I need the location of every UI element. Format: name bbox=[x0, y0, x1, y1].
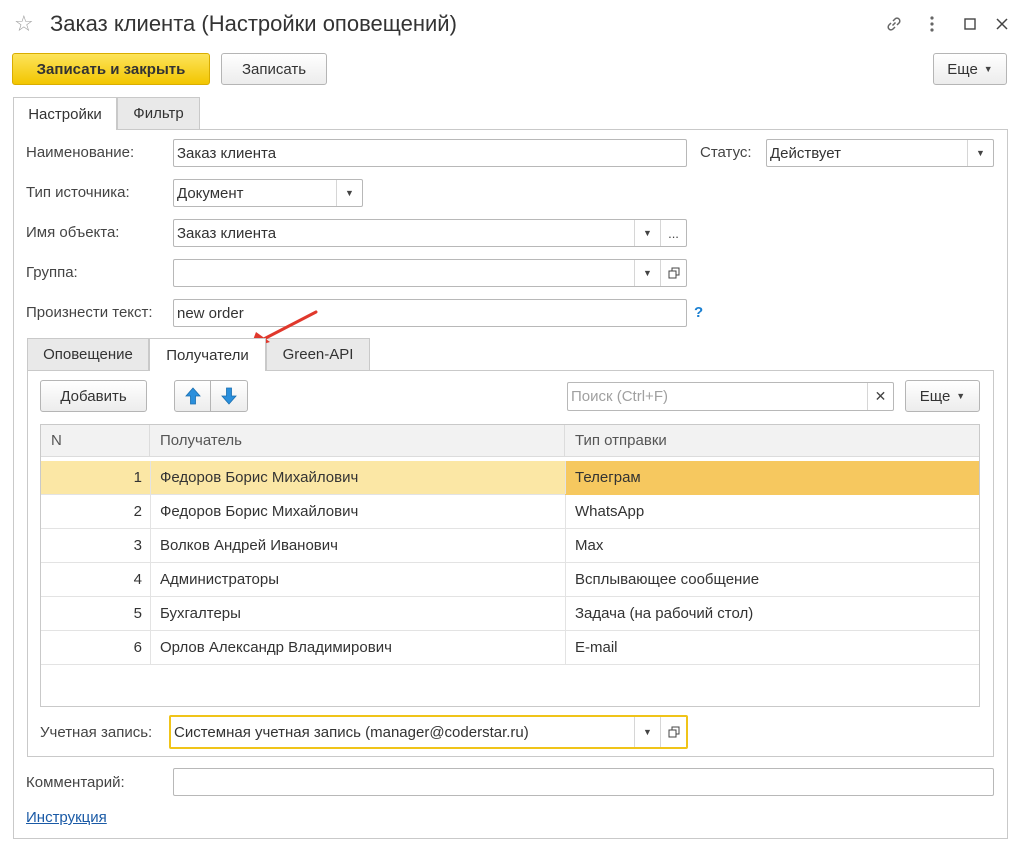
save-and-close-button[interactable]: Записать и закрыть bbox=[12, 53, 210, 85]
instruction-link[interactable]: Инструкция bbox=[26, 809, 107, 826]
table-more-label: Еще bbox=[919, 387, 951, 405]
source-type-label: Тип источника: bbox=[26, 184, 130, 201]
tab-filter[interactable]: Фильтр bbox=[117, 97, 200, 129]
status-label: Статус: bbox=[700, 144, 752, 161]
table-row[interactable]: 1 Федоров Борис Михайлович Телеграм bbox=[41, 461, 979, 495]
help-icon[interactable]: ? bbox=[694, 304, 703, 321]
move-down-button[interactable] bbox=[210, 380, 248, 412]
chevron-down-icon[interactable]: ▼ bbox=[634, 717, 660, 747]
arrow-up-icon bbox=[184, 387, 201, 405]
search-input[interactable]: Поиск (Ctrl+F) ✕ bbox=[567, 382, 894, 411]
column-header-n[interactable]: N bbox=[41, 425, 150, 457]
row-number: 5 bbox=[133, 605, 142, 622]
save-button[interactable]: Записать bbox=[221, 53, 327, 85]
row-number: 1 bbox=[133, 469, 142, 486]
window-title: Заказ клиента (Настройки оповещений) bbox=[50, 11, 457, 36]
table-more-button[interactable]: Еще ▼ bbox=[905, 380, 980, 412]
maximize-icon[interactable] bbox=[956, 10, 984, 38]
table-row[interactable]: 6 Орлов Александр Владимирович E-mail bbox=[41, 631, 979, 665]
table-row[interactable]: 2 Федоров Борис Михайлович WhatsApp bbox=[41, 495, 979, 529]
account-label: Учетная запись: bbox=[40, 724, 153, 741]
row-recipient: Бухгалтеры bbox=[160, 605, 241, 622]
column-header-send-type[interactable]: Тип отправки bbox=[565, 425, 981, 457]
table-row[interactable]: 5 Бухгалтеры Задача (на рабочий стол) bbox=[41, 597, 979, 631]
chevron-down-icon: ▼ bbox=[983, 64, 993, 74]
row-send-type: WhatsApp bbox=[575, 503, 645, 520]
table-header: N Получатель Тип отправки bbox=[41, 425, 979, 457]
recipients-table[interactable]: N Получатель Тип отправки 1 Федоров Бори… bbox=[40, 424, 980, 707]
row-send-type: Max bbox=[575, 537, 604, 554]
arrow-down-icon bbox=[221, 387, 237, 405]
row-number: 6 bbox=[133, 639, 142, 656]
row-send-type: Всплывающее сообщение bbox=[575, 571, 760, 588]
search-placeholder: Поиск (Ctrl+F) bbox=[571, 388, 668, 405]
account-select[interactable]: Системная учетная запись (manager@coders… bbox=[169, 715, 688, 749]
row-recipient: Волков Андрей Иванович bbox=[160, 537, 338, 554]
row-recipient: Орлов Александр Владимирович bbox=[160, 639, 392, 656]
name-value: Заказ клиента bbox=[177, 144, 277, 162]
group-label: Группа: bbox=[26, 264, 78, 281]
chevron-down-icon[interactable]: ▼ bbox=[967, 140, 993, 166]
tab-recipients[interactable]: Получатели bbox=[149, 338, 266, 371]
source-type-select[interactable]: Документ ▼ bbox=[173, 179, 363, 207]
table-row[interactable]: 3 Волков Андрей Иванович Max bbox=[41, 529, 979, 563]
more-button[interactable]: Еще ▼ bbox=[933, 53, 1007, 85]
row-recipient: Федоров Борис Михайлович bbox=[160, 469, 359, 486]
move-up-button[interactable] bbox=[174, 380, 211, 412]
row-send-type: E-mail bbox=[575, 639, 618, 656]
chevron-down-icon[interactable]: ▼ bbox=[336, 180, 362, 206]
speak-text-label: Произнести текст: bbox=[26, 304, 153, 321]
more-vertical-icon[interactable] bbox=[918, 10, 946, 38]
add-button[interactable]: Добавить bbox=[40, 380, 147, 412]
more-button-label: Еще bbox=[947, 60, 978, 78]
clear-search-icon[interactable]: ✕ bbox=[867, 383, 893, 410]
chevron-down-icon[interactable]: ▼ bbox=[634, 220, 660, 246]
status-value: Действует bbox=[770, 144, 841, 162]
tab-settings[interactable]: Настройки bbox=[13, 97, 117, 130]
group-field[interactable]: ▼ bbox=[173, 259, 687, 287]
name-label: Наименование: bbox=[26, 144, 135, 161]
status-select[interactable]: Действует ▼ bbox=[766, 139, 994, 167]
row-number: 3 bbox=[133, 537, 142, 554]
link-icon[interactable] bbox=[880, 10, 908, 38]
close-icon[interactable] bbox=[988, 10, 1016, 38]
object-name-value: Заказ клиента bbox=[177, 224, 277, 242]
row-recipient: Федоров Борис Михайлович bbox=[160, 503, 359, 520]
row-number: 4 bbox=[133, 571, 142, 588]
source-type-value: Документ bbox=[177, 184, 244, 202]
account-value: Системная учетная запись (manager@coders… bbox=[174, 723, 529, 741]
row-recipient: Администраторы bbox=[160, 571, 280, 588]
tab-notification[interactable]: Оповещение bbox=[27, 338, 149, 370]
chevron-down-icon: ▼ bbox=[956, 391, 966, 401]
open-icon[interactable] bbox=[660, 260, 686, 286]
row-number: 2 bbox=[133, 503, 142, 520]
object-name-field[interactable]: Заказ клиента ▼ ... bbox=[173, 219, 687, 247]
chevron-down-icon[interactable]: ▼ bbox=[634, 260, 660, 286]
name-field[interactable]: Заказ клиента bbox=[173, 139, 687, 167]
table-row[interactable]: 4 Администраторы Всплывающее сообщение bbox=[41, 563, 979, 597]
row-send-type: Задача (на рабочий стол) bbox=[575, 605, 754, 622]
object-name-label: Имя объекта: bbox=[26, 224, 120, 241]
column-header-recipient[interactable]: Получатель bbox=[150, 425, 565, 457]
row-send-type: Телеграм bbox=[565, 461, 979, 495]
favorite-star-icon[interactable]: ☆ bbox=[14, 12, 34, 36]
comment-field[interactable] bbox=[173, 768, 994, 796]
open-icon[interactable] bbox=[660, 717, 686, 747]
comment-label: Комментарий: bbox=[26, 774, 125, 791]
select-ellipsis-icon[interactable]: ... bbox=[660, 220, 686, 246]
